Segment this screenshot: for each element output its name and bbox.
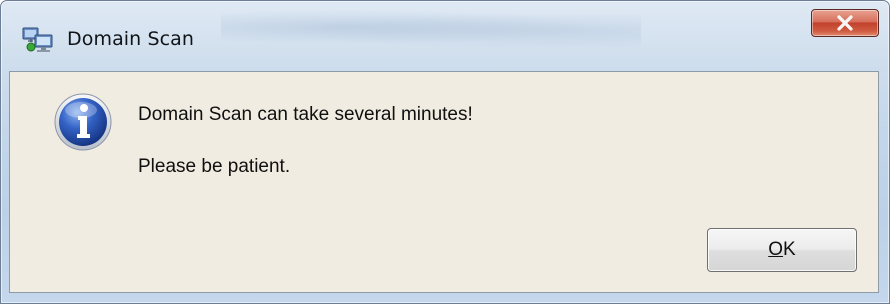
- titlebar[interactable]: Domain Scan: [1, 1, 889, 63]
- dialog-window: Domain Scan Domain Scan can take several…: [0, 0, 890, 304]
- ok-button-label-rest: K: [783, 239, 796, 260]
- info-icon: [53, 92, 113, 152]
- window-title: Domain Scan: [67, 28, 195, 50]
- ok-button[interactable]: OK: [707, 228, 857, 272]
- close-button[interactable]: [811, 9, 879, 37]
- message-line-2: Please be patient.: [138, 156, 291, 177]
- dialog-content-area: Domain Scan can take several minutes! Pl…: [9, 71, 879, 293]
- ok-button-mnemonic: O: [768, 239, 784, 260]
- close-icon: [837, 15, 853, 31]
- message-line-1: Domain Scan can take several minutes!: [138, 104, 473, 125]
- domain-scan-app-icon: [22, 26, 56, 54]
